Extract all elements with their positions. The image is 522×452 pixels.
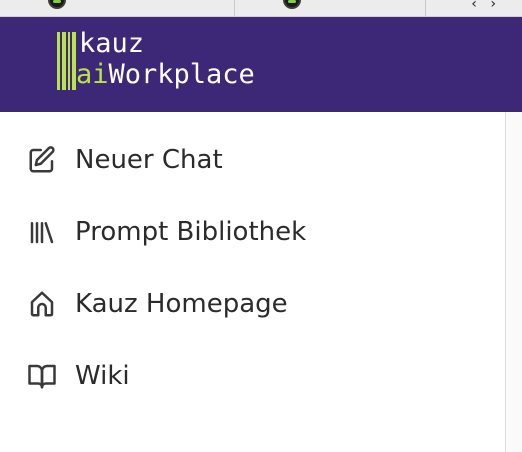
- app-favicon-icon[interactable]: [283, 0, 301, 9]
- tab-separator: [425, 0, 426, 16]
- sidebar-item-wiki[interactable]: Wiki: [0, 348, 505, 404]
- sidebar-item-kauz-homepage[interactable]: Kauz Homepage: [0, 276, 505, 332]
- logo-bars-icon: [57, 32, 77, 90]
- sidebar-nav: Neuer Chat Prompt Bibliothek Kauz Homepa…: [0, 112, 505, 452]
- logo-text-ai: ai: [76, 59, 109, 90]
- sidebar-item-label: Wiki: [75, 361, 130, 391]
- tab-separator: [234, 0, 235, 16]
- sidebar-item-label: Kauz Homepage: [75, 289, 288, 319]
- logo-text-kauz: kauz: [79, 28, 145, 59]
- main-content-pane: [506, 112, 522, 452]
- library-icon: [27, 217, 57, 247]
- code-brackets-icon[interactable]: ‹ ›: [470, 0, 498, 12]
- app-window: ‹ › kauz aiWorkplace Neuer Chat Prompt B…: [0, 0, 522, 452]
- app-header: kauz aiWorkplace: [0, 17, 522, 112]
- sidebar-item-label: Neuer Chat: [75, 145, 223, 175]
- edit-icon: [27, 145, 57, 175]
- sidebar-item-neuer-chat[interactable]: Neuer Chat: [0, 132, 505, 188]
- sidebar-item-label: Prompt Bibliothek: [75, 217, 307, 247]
- logo-text-workplace: Workplace: [108, 59, 255, 90]
- home-icon: [27, 289, 57, 319]
- book-open-icon: [27, 361, 57, 391]
- logo-text-aiworkplace: aiWorkplace: [76, 58, 255, 92]
- browser-tab-strip: ‹ ›: [0, 0, 522, 17]
- app-favicon-icon[interactable]: [48, 0, 66, 9]
- kauz-aiworkplace-logo[interactable]: kauz aiWorkplace: [57, 28, 297, 92]
- sidebar-item-prompt-bibliothek[interactable]: Prompt Bibliothek: [0, 204, 505, 260]
